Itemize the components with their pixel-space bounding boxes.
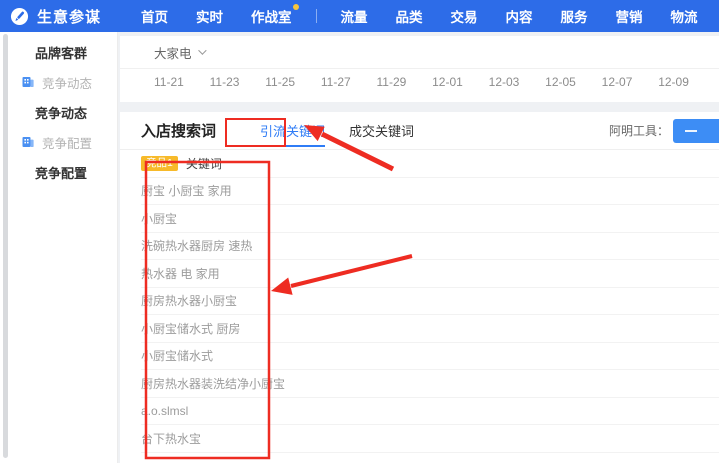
nav-item-traffic[interactable]: 流量: [339, 0, 370, 32]
keyword-row[interactable]: a.o.slmsl: [141, 398, 719, 425]
date-axis: 11-21 11-23 11-25 11-27 11-29 12-01 12-0…: [120, 69, 719, 101]
aming-tool-button[interactable]: [673, 118, 719, 143]
keyword-row[interactable]: 厨房热水器装洗结净小厨宝: [141, 370, 719, 398]
building-icon: [22, 137, 34, 147]
keyword-row[interactable]: 小厨宝: [141, 205, 719, 233]
nav-item-marketing[interactable]: 营销: [614, 0, 645, 32]
sidebar-group-competitor-config[interactable]: 竞争配置: [0, 157, 117, 187]
keyword-row[interactable]: 洗碗热水器厨房 速热: [141, 233, 719, 260]
sidebar-group-competitor-dynamics[interactable]: 竞争动态: [0, 97, 117, 127]
nav-item-trade[interactable]: 交易: [449, 0, 480, 32]
nav-item-label: 作战室: [251, 10, 292, 25]
keyword-row[interactable]: 热水器 电 家用: [141, 260, 719, 288]
date-tick: 11-27: [320, 75, 351, 89]
sidebar-item-competitor-config[interactable]: 竞争配置: [0, 127, 117, 157]
nav-menu: 首页 实时 作战室 流量 品类 交易 内容 服务 营销 物流 财务 市场 竞争: [127, 0, 719, 32]
date-tick: 12-03: [488, 75, 520, 89]
main-content: 大家电 11-21 11-23 11-25 11-27 11-29 12-01 …: [118, 32, 719, 463]
nav-item-home[interactable]: 首页: [139, 0, 170, 32]
date-tick: 11-25: [265, 75, 296, 89]
chevron-down-icon: [197, 46, 207, 55]
nav-item-realtime[interactable]: 实时: [194, 0, 225, 32]
active-tab-underline: [260, 145, 325, 147]
date-tick: 12-05: [545, 75, 576, 89]
building-icon: [22, 77, 34, 87]
search-keywords-card: 入店搜索词 引流关键词 成交关键词 阿明工具： 竞品1 关键词 厨宝 小厨宝 家…: [120, 112, 719, 463]
nav-item-content[interactable]: 内容: [504, 0, 535, 32]
tool-area: 阿明工具：: [608, 118, 719, 143]
section-header: 入店搜索词 引流关键词 成交关键词 阿明工具：: [120, 112, 719, 150]
keyword-table-header: 竞品1 关键词: [141, 150, 719, 178]
date-tick: 11-21: [154, 75, 184, 89]
tab-transaction-keywords[interactable]: 成交关键词: [349, 112, 414, 149]
left-scrollbar[interactable]: [3, 34, 8, 458]
sycm-logo-icon: [10, 7, 29, 25]
keyword-row[interactable]: 小厨宝储水式 厨房: [141, 315, 719, 343]
brand-title[interactable]: 生意参谋: [37, 6, 101, 27]
sidebar-item-label: 竞争动态: [42, 76, 93, 91]
nav-item-service[interactable]: 服务: [559, 0, 590, 32]
nav-divider: [315, 9, 317, 23]
keyword-row[interactable]: 厨宝 小厨宝 家用: [141, 178, 719, 205]
keyword-row[interactable]: 小厨宝储水式: [141, 343, 719, 370]
nav-item-logistics[interactable]: 物流: [669, 0, 700, 32]
nav-item-war-room[interactable]: 作战室: [249, 0, 299, 32]
trend-card: 大家电 11-21 11-23 11-25 11-27 11-29 12-01 …: [120, 36, 719, 102]
competitor-badge: 竞品1: [141, 155, 178, 171]
date-tick: 12-01: [432, 75, 463, 89]
tab-label: 引流关键词: [260, 124, 326, 139]
category-label: 大家电: [154, 46, 192, 61]
keyword-column-header: 关键词: [185, 156, 222, 171]
tool-label: 阿明工具：: [608, 124, 669, 138]
top-nav: 生意参谋 首页 实时 作战室 流量 品类 交易 内容 服务 营销 物流 财务 市…: [0, 0, 719, 32]
keyword-row[interactable]: 台下热水宝: [141, 425, 719, 453]
notification-dot: [292, 4, 299, 10]
app-window: 生意参谋 首页 实时 作战室 流量 品类 交易 内容 服务 营销 物流 财务 市…: [0, 0, 719, 463]
section-title: 入店搜索词: [141, 123, 217, 140]
date-tick: 12-07: [601, 75, 633, 89]
sidebar-group-brand-audience[interactable]: 品牌客群: [0, 37, 117, 67]
tab-traffic-keywords[interactable]: 引流关键词: [260, 112, 325, 149]
nav-item-category[interactable]: 品类: [394, 0, 425, 32]
date-tick: 11-23: [209, 75, 240, 89]
keyword-row[interactable]: 厨房热水器小厨宝: [141, 288, 719, 315]
date-tick: 12-09: [658, 75, 689, 89]
keyword-table: 竞品1 关键词 厨宝 小厨宝 家用 小厨宝 洗碗热水器厨房 速热 热水器 电 家…: [120, 150, 719, 453]
category-selector[interactable]: 大家电: [120, 36, 719, 69]
sidebar: 品牌客群 竞争动态 竞争动态 竞争配置 竞争配置: [0, 32, 118, 463]
date-tick: 11-29: [376, 75, 407, 89]
dash-mark: [685, 129, 697, 132]
sidebar-item-competitor-dynamics[interactable]: 竞争动态: [0, 67, 117, 97]
sidebar-item-label: 竞争配置: [42, 136, 93, 151]
